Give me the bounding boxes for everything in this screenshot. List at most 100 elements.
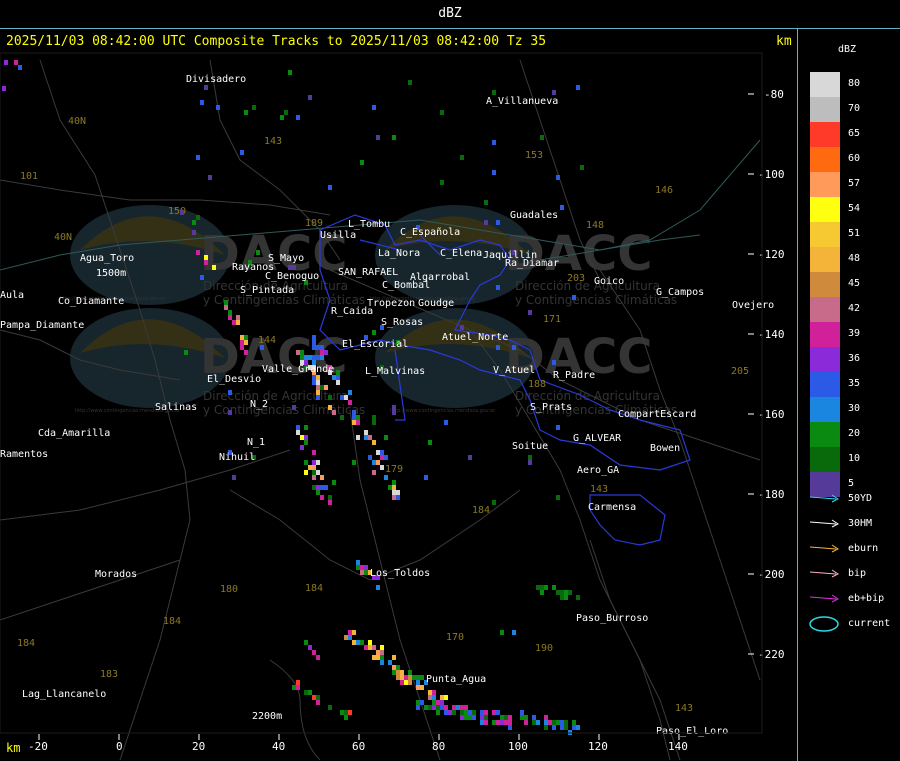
town-label: S_Pintada xyxy=(240,285,294,296)
route-number: 184 xyxy=(472,505,490,516)
radar-echo-cell xyxy=(204,260,208,265)
radar-echo-cell xyxy=(292,265,296,270)
x-axis: -20 0 20 40 60 80 100 120 140 xyxy=(28,734,688,753)
route-number: 184 xyxy=(305,583,323,594)
route-number: 170 xyxy=(446,632,464,643)
legend-swatch-54 xyxy=(810,197,840,222)
radar-echo-cell xyxy=(260,345,264,350)
track-arrow-icon xyxy=(809,544,839,553)
radar-echo-cell xyxy=(520,715,524,720)
km-unit-label-bottom: km xyxy=(6,741,21,755)
radar-echo-cell xyxy=(348,400,352,405)
radar-echo-cell xyxy=(312,450,316,455)
radar-echo-cell xyxy=(348,635,352,640)
track-label: bip xyxy=(848,568,867,579)
radar-echo-cell xyxy=(356,640,360,645)
radar-echo-cell xyxy=(316,385,320,390)
legend-swatch-57 xyxy=(810,172,840,197)
town-label: Morados xyxy=(95,569,137,580)
route-number: 143 xyxy=(590,484,608,495)
radar-echo-cell xyxy=(396,495,400,500)
radar-echo-cell xyxy=(320,495,324,500)
radar-echo-cell xyxy=(224,305,228,310)
x-tick: 80 xyxy=(432,740,445,753)
radar-echo-cell xyxy=(14,60,18,65)
radar-echo-cell xyxy=(308,95,312,100)
route-number: 190 xyxy=(535,643,553,654)
radar-echo-cell xyxy=(380,455,384,460)
radar-echo-cell xyxy=(408,670,412,675)
radar-echo-cell xyxy=(564,590,568,595)
radar-echo-cell xyxy=(372,440,376,445)
radar-echo-cell xyxy=(360,565,364,570)
radar-echo-cell xyxy=(376,135,380,140)
radar-echo-cell xyxy=(256,250,260,255)
legend-label: 54 xyxy=(848,203,861,214)
radar-echo-cell xyxy=(316,695,320,700)
radar-echo-cell xyxy=(312,465,316,470)
radar-echo-cell xyxy=(384,435,388,440)
radar-echo-cell xyxy=(416,705,420,710)
town-label: CompartEscard xyxy=(618,409,696,420)
route-number: 188 xyxy=(528,379,546,390)
radar-echo-cell xyxy=(440,180,444,185)
town-label: Cda_Amarilla xyxy=(38,428,110,439)
radar-echo-cell xyxy=(352,630,356,635)
radar-echo-cell xyxy=(312,345,316,350)
watermark-line1-4: Dirección de Agricultura xyxy=(515,389,660,403)
radar-echo-cell xyxy=(472,710,476,715)
radar-echo-cell xyxy=(316,700,320,705)
radar-echo-cell xyxy=(484,720,488,725)
radar-echo-cell xyxy=(304,470,308,475)
radar-echo-cell xyxy=(392,405,396,410)
radar-echo-cell xyxy=(316,375,320,380)
track-arrow-icon xyxy=(809,494,839,503)
radar-echo-cell xyxy=(320,485,324,490)
radar-echo-cell xyxy=(472,715,476,720)
town-label: G_ALVEAR xyxy=(573,433,622,444)
radar-echo-cell xyxy=(440,110,444,115)
radar-echo-cell xyxy=(376,450,380,455)
radar-echo-cell xyxy=(232,320,236,325)
radar-echo-cell xyxy=(328,405,332,410)
radar-map[interactable]: DACC Dirección de Agricultura y Continge… xyxy=(0,29,797,761)
radar-echo-cell xyxy=(332,480,336,485)
radar-echo-cell xyxy=(180,210,184,215)
radar-echo-cell xyxy=(576,85,580,90)
radar-echo-cell xyxy=(440,705,444,710)
town-label: Salinas xyxy=(155,402,197,413)
route-number: 171 xyxy=(543,314,561,325)
radar-echo-cell xyxy=(356,565,360,570)
town-label: Los_Toldos xyxy=(370,568,430,579)
radar-echo-cell xyxy=(508,715,512,720)
radar-echo-cell xyxy=(300,435,304,440)
radar-echo-cell xyxy=(392,670,396,675)
watermark-logo: DACC Dirección de Agricultura y Continge… xyxy=(70,308,365,417)
radar-echo-cell xyxy=(364,435,368,440)
x-tick: 60 xyxy=(352,740,365,753)
legend-swatch-35 xyxy=(810,372,840,397)
radar-echo-cell xyxy=(200,100,204,105)
town-label: Carmensa xyxy=(588,502,636,513)
radar-echo-cell xyxy=(460,325,464,330)
route-number: 153 xyxy=(525,150,543,161)
radar-echo-cell xyxy=(340,710,344,715)
legend-swatch-36 xyxy=(810,347,840,372)
radar-echo-cell xyxy=(208,175,212,180)
radar-echo-cell xyxy=(316,395,320,400)
radar-echo-cell xyxy=(564,595,568,600)
radar-echo-cell xyxy=(564,725,568,730)
legend-swatch-60 xyxy=(810,147,840,172)
radar-echo-cell xyxy=(288,265,292,270)
radar-echo-cell xyxy=(496,285,500,290)
radar-echo-cell xyxy=(316,460,320,465)
radar-echo-cell xyxy=(292,405,296,410)
radar-echo-cell xyxy=(388,660,392,665)
radar-echo-cell xyxy=(352,420,356,425)
town-label: El_Desvio xyxy=(207,374,261,385)
radar-echo-cell xyxy=(460,710,464,715)
radar-echo-cell xyxy=(308,645,312,650)
radar-echo-cell xyxy=(312,650,316,655)
radar-echo-cell xyxy=(500,715,504,720)
town-label: A_Villanueva xyxy=(486,96,558,107)
